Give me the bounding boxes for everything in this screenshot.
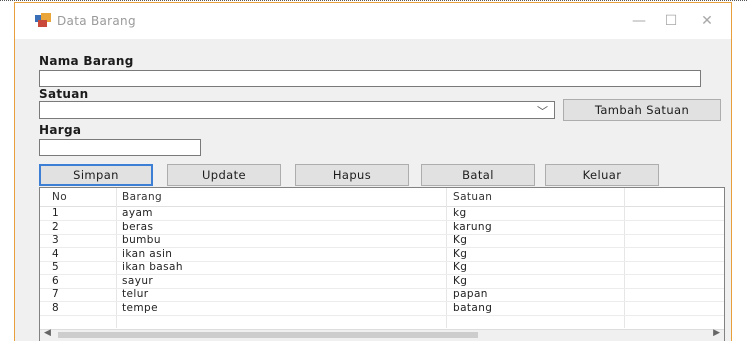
cell-barang: bumbu <box>122 234 161 246</box>
table-row[interactable]: 1 ayam kg <box>40 207 724 221</box>
batal-button[interactable]: Batal <box>421 164 535 186</box>
cell-no: 7 <box>52 288 60 300</box>
scroll-thumb[interactable] <box>58 332 478 338</box>
simpan-button[interactable]: Simpan <box>39 164 153 186</box>
cell-satuan: batang <box>453 301 493 314</box>
harga-label: Harga <box>39 123 82 137</box>
cell-barang: ayam <box>122 207 153 219</box>
cell-satuan: papan <box>453 288 488 300</box>
satuan-label: Satuan <box>39 87 89 101</box>
cell-barang: ikan asin <box>122 247 173 260</box>
table-row[interactable]: 2 beras karung <box>40 221 724 235</box>
maximize-button[interactable]: ☐ <box>651 9 691 33</box>
window-title: Data Barang <box>57 14 136 28</box>
data-barang-window: Data Barang — ☐ ✕ Nama Barang Satuan ﹀ T… <box>14 2 732 341</box>
table-row[interactable]: 8 tempe batang <box>40 302 724 316</box>
cell-no: 3 <box>52 234 60 246</box>
keluar-button[interactable]: Keluar <box>545 164 659 186</box>
cell-barang: sayur <box>122 274 154 287</box>
harga-input[interactable] <box>39 139 201 156</box>
cell-barang: telur <box>122 288 149 300</box>
cell-barang: ikan basah <box>122 261 183 273</box>
cell-satuan: Kg <box>453 234 468 246</box>
cell-satuan: kg <box>453 207 467 219</box>
table-row[interactable]: 5 ikan basah Kg <box>40 261 724 275</box>
tambah-satuan-button[interactable]: Tambah Satuan <box>563 99 721 121</box>
hapus-button[interactable]: Hapus <box>295 164 409 186</box>
table-header: No Barang Satuan <box>40 188 724 207</box>
top-dotted-rule <box>0 0 747 1</box>
cell-no: 5 <box>52 261 60 273</box>
header-no[interactable]: No <box>52 191 67 203</box>
cell-barang: beras <box>122 220 154 233</box>
cell-satuan: karung <box>453 220 493 233</box>
table-row[interactable]: 6 sayur Kg <box>40 275 724 289</box>
horizontal-scrollbar[interactable]: ◀ ▶ <box>40 328 724 341</box>
scroll-left-icon[interactable]: ◀ <box>44 328 51 338</box>
nama-barang-label: Nama Barang <box>39 54 134 68</box>
title-bar[interactable]: Data Barang — ☐ ✕ <box>15 3 731 39</box>
chevron-down-icon: ﹀ <box>537 105 548 118</box>
barang-table[interactable]: No Barang Satuan 1 ayam kg 2 beras karung 3 bum… <box>39 187 725 341</box>
cell-barang: tempe <box>122 301 158 314</box>
header-satuan[interactable]: Satuan <box>453 191 492 203</box>
table-row[interactable]: 3 bumbu Kg <box>40 234 724 248</box>
cell-no: 4 <box>52 247 60 260</box>
cell-satuan: Kg <box>453 261 468 273</box>
maximize-icon: ☐ <box>664 13 678 29</box>
cell-no: 1 <box>52 207 60 219</box>
cell-satuan: Kg <box>453 247 468 260</box>
table-row[interactable]: 7 telur papan <box>40 288 724 302</box>
header-barang[interactable]: Barang <box>122 191 162 203</box>
cell-satuan: Kg <box>453 274 468 287</box>
close-icon: ✕ <box>701 13 713 29</box>
minimize-icon: — <box>632 13 646 29</box>
satuan-dropdown[interactable]: ﹀ <box>39 101 555 119</box>
cell-no: 8 <box>52 301 60 314</box>
cell-no: 6 <box>52 274 60 287</box>
nama-barang-input[interactable] <box>39 70 701 87</box>
table-row[interactable]: 4 ikan asin Kg <box>40 248 724 262</box>
cell-no: 2 <box>52 220 60 233</box>
update-button[interactable]: Update <box>167 164 281 186</box>
close-button[interactable]: ✕ <box>687 9 727 33</box>
scroll-right-icon[interactable]: ▶ <box>713 328 720 338</box>
app-icon <box>35 13 51 27</box>
